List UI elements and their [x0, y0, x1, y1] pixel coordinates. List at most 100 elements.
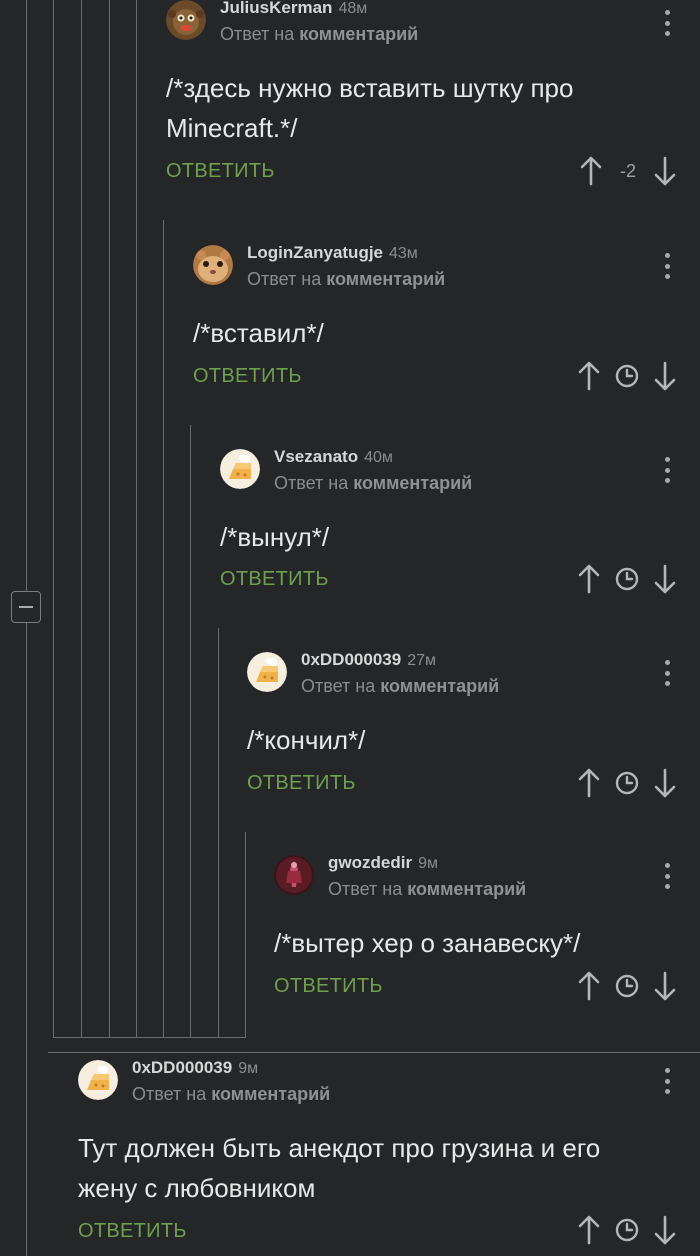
reply-to-link[interactable]: комментарий	[407, 879, 526, 899]
thread-line	[136, 0, 137, 1037]
more-menu-icon[interactable]	[664, 863, 670, 889]
save-later-icon[interactable]	[615, 364, 639, 388]
upvote-icon[interactable]	[578, 361, 600, 391]
comment-text: Тут должен быть анекдот про грузина и ег…	[78, 1133, 601, 1203]
vote-actions: -2	[580, 156, 676, 186]
vote-actions	[578, 361, 676, 391]
more-menu-icon[interactable]	[664, 1068, 670, 1094]
reply-to-prefix: Ответ на	[274, 473, 349, 493]
downvote-icon[interactable]	[654, 971, 676, 1001]
vote-actions	[578, 971, 676, 1001]
reply-to-link[interactable]: комментарий	[326, 269, 445, 289]
reply-button[interactable]: ОТВЕТИТЬ	[78, 1220, 187, 1243]
upvote-icon[interactable]	[578, 1215, 600, 1245]
reply-to-prefix: Ответ на	[247, 269, 322, 289]
vote-score: -2	[619, 160, 636, 181]
comment-time: 9м	[238, 1060, 259, 1077]
comment-text: /*вставил*/	[193, 318, 324, 348]
comment-meta: Vsezanato 40м	[274, 447, 393, 467]
downvote-icon[interactable]	[654, 361, 676, 391]
reply-button[interactable]: ОТВЕТИТЬ	[220, 568, 329, 591]
more-menu-icon[interactable]	[664, 457, 670, 483]
author-name[interactable]: 0xDD000039	[301, 650, 401, 669]
reply-to-line: Ответ на комментарий	[301, 676, 499, 697]
reply-to-line: Ответ на комментарий	[220, 24, 418, 45]
comment-time: 40м	[364, 449, 393, 466]
upvote-icon[interactable]	[578, 971, 600, 1001]
reply-to-prefix: Ответ на	[328, 879, 403, 899]
comment-meta: 0xDD000039 9м	[132, 1058, 258, 1078]
author-name[interactable]: JuliusKerman	[220, 0, 332, 17]
reply-to-line: Ответ на комментарий	[132, 1084, 330, 1105]
vote-actions	[578, 768, 676, 798]
reply-button[interactable]: ОТВЕТИТЬ	[193, 365, 302, 388]
comment: gwozdedir 9м Ответ на комментарий /*вытер…	[274, 853, 700, 1015]
save-later-icon[interactable]	[615, 1218, 639, 1242]
reply-to-link[interactable]: комментарий	[380, 676, 499, 696]
more-menu-icon[interactable]	[664, 253, 670, 279]
comment-text: /*кончил*/	[247, 725, 366, 755]
reply-to-link[interactable]: комментарий	[211, 1084, 330, 1104]
thread-line	[26, 0, 27, 591]
author-name[interactable]: LoginZanyatugje	[247, 243, 383, 262]
comment-time: 43м	[389, 245, 418, 262]
reply-to-link[interactable]: комментарий	[299, 24, 418, 44]
reply-to-link[interactable]: комментарий	[353, 473, 472, 493]
avatar[interactable]	[220, 449, 260, 489]
comment-text: /*вытер хер о занавеску*/	[274, 928, 581, 958]
avatar[interactable]	[247, 652, 287, 692]
avatar[interactable]	[193, 245, 233, 285]
reply-to-prefix: Ответ на	[132, 1084, 207, 1104]
upvote-icon[interactable]	[578, 564, 600, 594]
upvote-icon[interactable]	[578, 768, 600, 798]
thread-line	[26, 623, 27, 1256]
comment: 0xDD000039 9м Ответ на комментарий Тут до…	[78, 1058, 700, 1256]
thread-line	[53, 1037, 246, 1038]
author-name[interactable]: Vsezanato	[274, 447, 358, 466]
thread-line	[109, 0, 110, 1037]
vote-actions	[578, 1215, 676, 1245]
author-name[interactable]: gwozdedir	[328, 853, 412, 872]
more-menu-icon[interactable]	[664, 10, 670, 36]
collapse-icon	[19, 606, 33, 608]
reply-to-line: Ответ на комментарий	[328, 879, 526, 900]
collapse-thread-button[interactable]	[11, 591, 41, 623]
comment-time: 27м	[407, 652, 436, 669]
reply-to-prefix: Ответ на	[301, 676, 376, 696]
comment-meta: gwozdedir 9м	[328, 853, 438, 873]
more-menu-icon[interactable]	[664, 660, 670, 686]
downvote-icon[interactable]	[654, 1215, 676, 1245]
downvote-icon[interactable]	[654, 156, 676, 186]
avatar[interactable]	[274, 855, 314, 895]
thread-line	[48, 1052, 700, 1053]
thread-line	[53, 0, 54, 1037]
thread-line	[218, 628, 219, 1037]
comment-time: 48м	[338, 0, 368, 17]
reply-to-prefix: Ответ на	[220, 24, 295, 44]
thread-line	[163, 220, 164, 1037]
save-later-icon[interactable]	[615, 974, 639, 998]
reply-button[interactable]: ОТВЕТИТЬ	[274, 975, 383, 998]
comment-meta: 0xDD000039 27м	[301, 650, 436, 670]
save-later-icon[interactable]	[615, 771, 639, 795]
author-name[interactable]: 0xDD000039	[132, 1058, 232, 1077]
comment: Vsezanato 40м Ответ на комментарий /*выну…	[220, 447, 700, 609]
thread-line	[190, 425, 191, 1037]
comment-text: /*вынул*/	[220, 522, 330, 552]
upvote-icon[interactable]	[580, 156, 602, 186]
comment: JuliusKerman 48м Ответ на комментарий /*з…	[166, 0, 700, 200]
reply-button[interactable]: ОТВЕТИТЬ	[247, 772, 356, 795]
comment: LoginZanyatugje 43м Ответ на комментарий …	[193, 243, 700, 405]
comment: 0xDD000039 27м Ответ на комментарий /*кон…	[247, 650, 700, 812]
downvote-icon[interactable]	[654, 768, 676, 798]
thread-line	[245, 832, 246, 1037]
vote-actions	[578, 564, 676, 594]
avatar[interactable]	[166, 0, 206, 40]
reply-to-line: Ответ на комментарий	[274, 473, 472, 494]
comment-meta: LoginZanyatugje 43м	[247, 243, 418, 263]
avatar[interactable]	[78, 1060, 118, 1100]
save-later-icon[interactable]	[615, 567, 639, 591]
reply-button[interactable]: ОТВЕТИТЬ	[166, 160, 275, 183]
thread-line	[81, 0, 82, 1037]
downvote-icon[interactable]	[654, 564, 676, 594]
